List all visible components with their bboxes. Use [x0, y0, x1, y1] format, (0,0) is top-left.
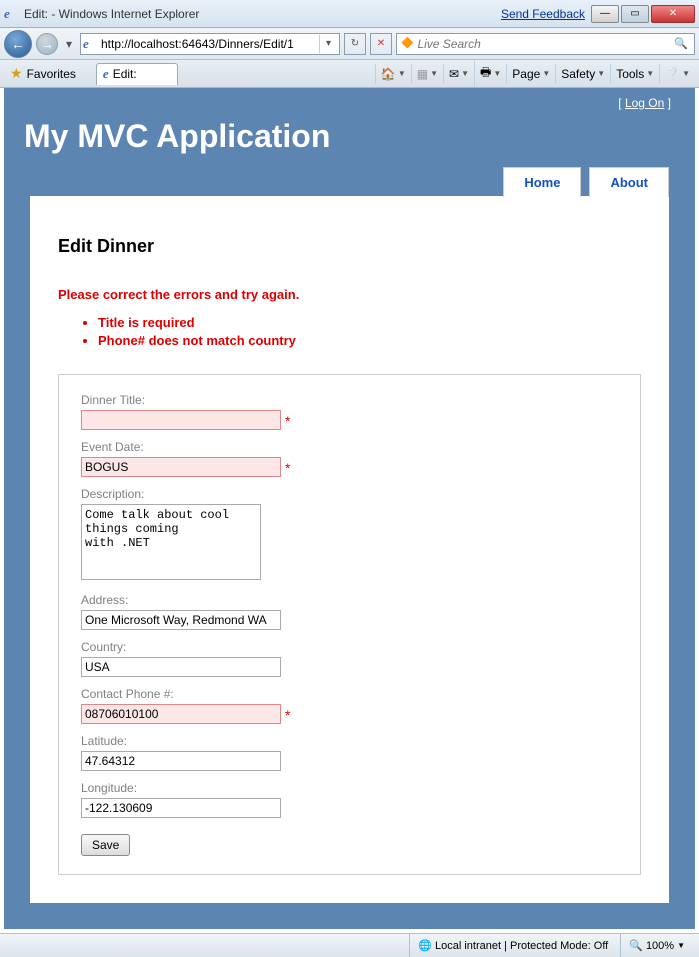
- send-feedback-link[interactable]: Send Feedback: [501, 7, 585, 21]
- home-button[interactable]: 🏠▼: [375, 64, 411, 84]
- back-button[interactable]: ←: [4, 30, 32, 58]
- stop-button[interactable]: ✕: [370, 33, 392, 55]
- zone-text: Local intranet | Protected Mode: Off: [435, 940, 608, 952]
- tab-toolbar: ★ Favorites e Edit: 🏠▼ ▦▼ ✉▼ 🖶▼ Page▼ Sa…: [0, 60, 699, 88]
- input-address[interactable]: [81, 610, 281, 630]
- label-country: Country:: [81, 640, 618, 654]
- close-button[interactable]: ✕: [651, 5, 695, 23]
- logon-link[interactable]: Log On: [625, 96, 664, 110]
- input-description[interactable]: Come talk about cool things coming with …: [81, 504, 261, 580]
- label-phone: Contact Phone #:: [81, 687, 618, 701]
- print-button[interactable]: 🖶▼: [474, 60, 506, 87]
- mail-button[interactable]: ✉▼: [443, 64, 474, 84]
- tab-home[interactable]: Home: [503, 167, 581, 197]
- maximize-button[interactable]: ▭: [621, 5, 649, 23]
- app-title: My MVC Application: [4, 110, 695, 167]
- input-country[interactable]: [81, 657, 281, 677]
- star-icon: ★: [10, 65, 23, 82]
- input-title[interactable]: [81, 410, 281, 430]
- page-content: Edit Dinner Please correct the errors an…: [30, 196, 669, 903]
- tab-about[interactable]: About: [589, 167, 669, 197]
- label-title: Dinner Title:: [81, 393, 618, 407]
- page-menu[interactable]: Page▼: [506, 64, 555, 84]
- feeds-button[interactable]: ▦▼: [411, 64, 443, 84]
- ie-icon: e: [4, 6, 20, 22]
- address-bar[interactable]: e ▾: [80, 33, 340, 55]
- tab-current[interactable]: e Edit:: [96, 63, 178, 85]
- search-bar[interactable]: 🔶 🔍: [396, 33, 695, 55]
- required-marker: *: [285, 460, 290, 476]
- input-phone[interactable]: [81, 704, 281, 724]
- nav-toolbar: ← → ▾ e ▾ ↻ ✕ 🔶 🔍: [0, 28, 699, 60]
- input-longitude[interactable]: [81, 798, 281, 818]
- url-input[interactable]: [101, 37, 319, 51]
- tools-menu[interactable]: Tools▼: [610, 64, 659, 84]
- input-latitude[interactable]: [81, 751, 281, 771]
- page-favicon: e: [83, 36, 99, 52]
- command-bar: 🏠▼ ▦▼ ✉▼ 🖶▼ Page▼ Safety▼ Tools▼ ❔▼: [375, 60, 695, 87]
- bing-icon: 🔶: [401, 38, 413, 49]
- help-button[interactable]: ❔▼: [659, 64, 695, 84]
- tab-title: Edit:: [113, 67, 137, 81]
- form-fieldset: Dinner Title: * Event Date: * Descriptio…: [58, 374, 641, 875]
- label-latitude: Latitude:: [81, 734, 618, 748]
- status-zoom[interactable]: 🔍 100% ▼: [620, 934, 693, 957]
- zoom-text: 100%: [646, 940, 674, 952]
- save-button[interactable]: Save: [81, 834, 130, 856]
- search-button[interactable]: 🔍: [672, 35, 690, 53]
- tab-favicon: e: [103, 66, 109, 82]
- favorites-button[interactable]: ★ Favorites: [4, 63, 82, 84]
- validation-errors: Title is required Phone# does not match …: [98, 314, 641, 350]
- page-heading: Edit Dinner: [58, 236, 641, 257]
- window-title: Edit: - Windows Internet Explorer: [24, 7, 501, 21]
- window-titlebar: e Edit: - Windows Internet Explorer Send…: [0, 0, 699, 28]
- refresh-button[interactable]: ↻: [344, 33, 366, 55]
- status-zone[interactable]: 🌐 Local intranet | Protected Mode: Off: [409, 934, 616, 957]
- page-viewport: [ Log On ] My MVC Application Home About…: [4, 88, 695, 929]
- safety-menu[interactable]: Safety▼: [555, 64, 610, 84]
- validation-error-item: Title is required: [98, 314, 641, 332]
- url-dropdown[interactable]: ▾: [319, 35, 337, 53]
- favorites-label: Favorites: [27, 67, 76, 81]
- validation-error-item: Phone# does not match country: [98, 332, 641, 350]
- validation-summary: Please correct the errors and try again.: [58, 287, 641, 302]
- window-buttons: — ▭ ✕: [589, 5, 695, 23]
- zoom-dropdown[interactable]: ▼: [677, 941, 685, 950]
- mail-icon: ✉: [449, 67, 459, 81]
- print-icon: 🖶: [480, 63, 491, 84]
- globe-icon: 🌐: [418, 939, 432, 952]
- required-marker: *: [285, 413, 290, 429]
- recent-dropdown[interactable]: ▾: [62, 34, 76, 54]
- tools-menu-label: Tools: [616, 67, 644, 81]
- label-description: Description:: [81, 487, 618, 501]
- help-icon: ❔: [665, 67, 680, 81]
- label-address: Address:: [81, 593, 618, 607]
- zoom-icon: 🔍: [629, 939, 643, 952]
- minimize-button[interactable]: —: [591, 5, 619, 23]
- input-event-date[interactable]: [81, 457, 281, 477]
- required-marker: *: [285, 707, 290, 723]
- label-event-date: Event Date:: [81, 440, 618, 454]
- search-input[interactable]: [417, 37, 668, 51]
- status-bar: 🌐 Local intranet | Protected Mode: Off 🔍…: [0, 933, 699, 957]
- rss-icon: ▦: [417, 67, 428, 81]
- home-icon: 🏠: [381, 67, 396, 81]
- page-menu-label: Page: [512, 67, 540, 81]
- nav-tabs: Home About: [4, 167, 695, 197]
- label-longitude: Longitude:: [81, 781, 618, 795]
- safety-menu-label: Safety: [561, 67, 595, 81]
- logon-row: [ Log On ]: [4, 88, 695, 110]
- forward-button[interactable]: →: [36, 33, 58, 55]
